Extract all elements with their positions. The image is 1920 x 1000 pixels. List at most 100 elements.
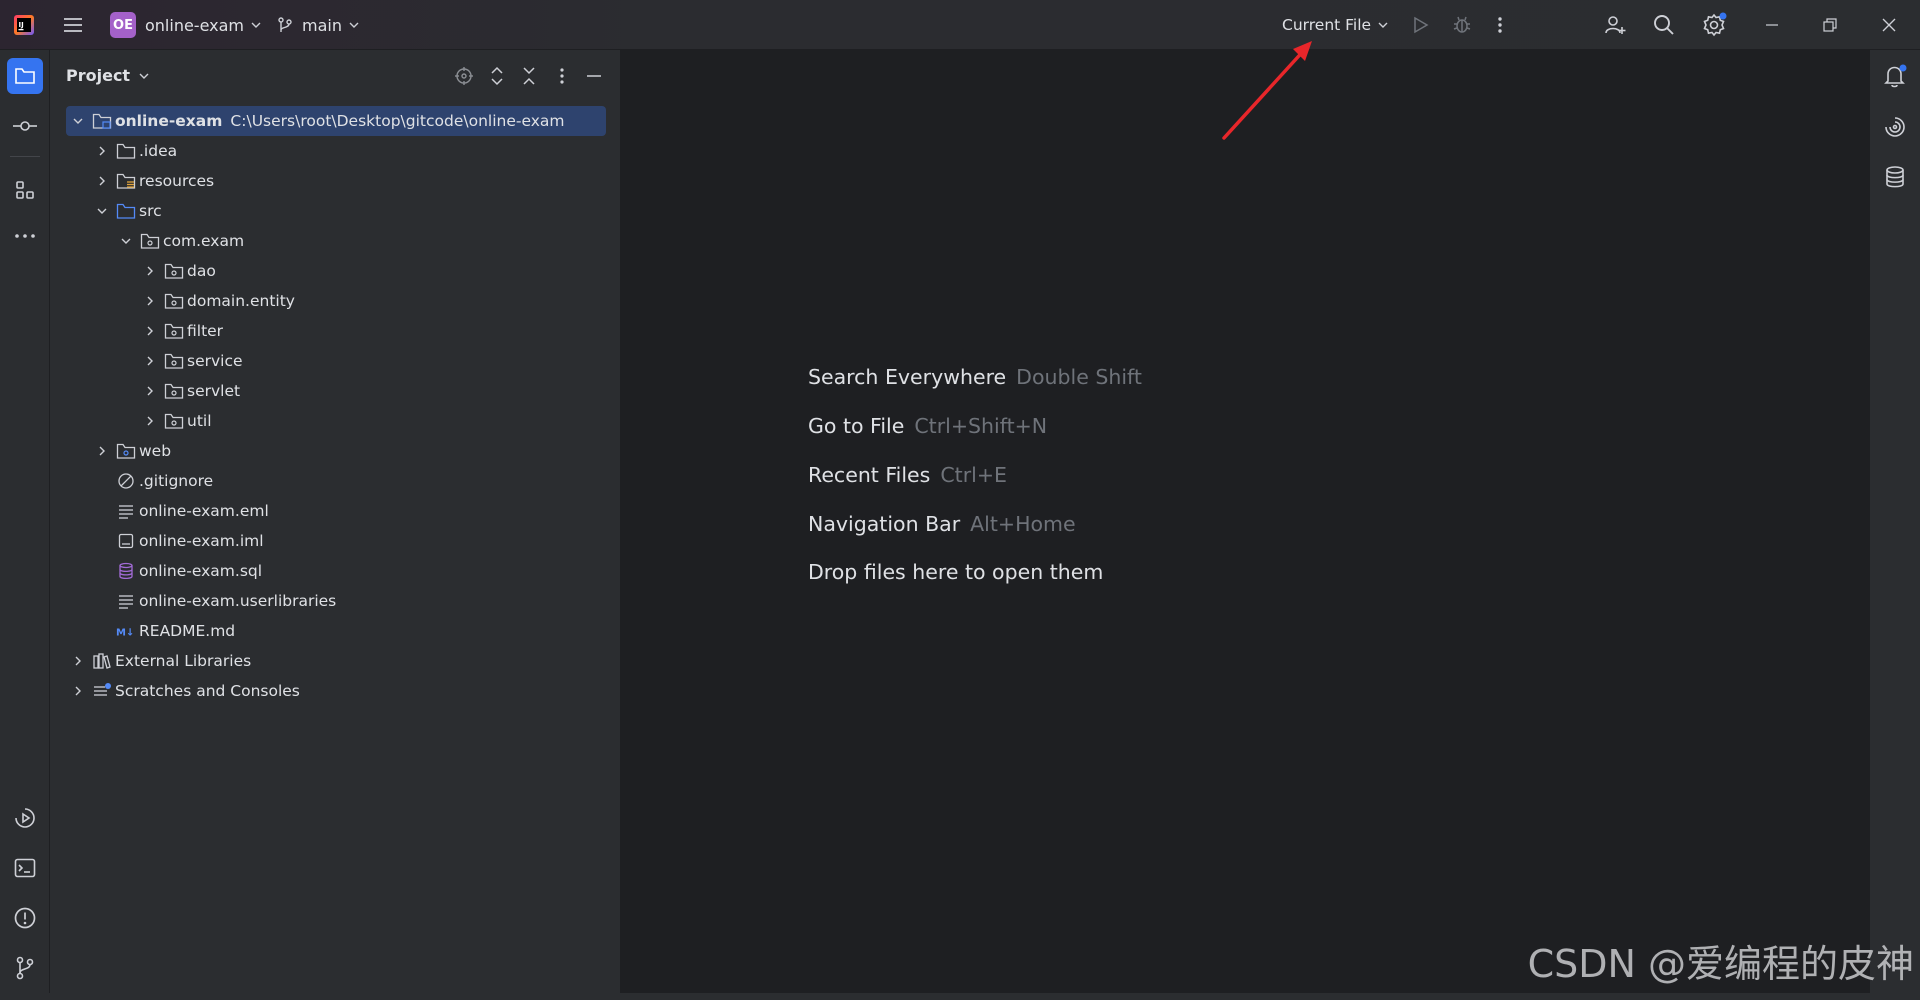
project-selector-button[interactable]: OE online-exam — [110, 0, 262, 50]
hint-action: Go to File — [808, 414, 905, 438]
library-icon — [92, 652, 112, 670]
run-config-label: Current File — [1282, 16, 1372, 34]
chevron-down-icon[interactable] — [94, 203, 110, 219]
gear-icon — [1703, 12, 1727, 37]
tree-item-scratches-and-consoles[interactable]: Scratches and Consoles — [66, 676, 606, 706]
problems-tool-button[interactable] — [7, 900, 43, 936]
select-opened-file-button[interactable] — [454, 66, 474, 86]
tree-item-online-exam[interactable]: online-exam C:\Users\root\Desktop\gitcod… — [66, 106, 606, 136]
more-actions-button[interactable] — [1495, 0, 1505, 50]
ai-assistant-button[interactable] — [1881, 113, 1909, 141]
code-with-me-button[interactable] — [1603, 0, 1627, 50]
tree-item-com-exam[interactable]: com.exam — [66, 226, 606, 256]
chevron-right-icon[interactable] — [94, 143, 110, 159]
folder-icon — [116, 142, 136, 160]
intellij-logo-icon[interactable]: IJ — [12, 0, 36, 50]
branch-selector-button[interactable]: main — [276, 0, 360, 50]
structure-icon — [16, 181, 34, 199]
chevron-right-icon[interactable] — [70, 653, 86, 669]
annotation-arrow-icon — [1222, 41, 1312, 140]
markdown-icon: M↓ — [116, 622, 136, 640]
minimize-icon — [587, 75, 601, 77]
debug-button[interactable] — [1451, 0, 1473, 50]
git-tool-button[interactable] — [7, 950, 43, 986]
notifications-button[interactable] — [1881, 62, 1909, 90]
tree-item-online-exam-userlibraries[interactable]: online-exam.userlibraries — [66, 586, 606, 616]
tree-item-service[interactable]: service — [66, 346, 606, 376]
structure-tool-button[interactable] — [7, 172, 43, 208]
status-bar — [0, 993, 1920, 1000]
collapse-all-button[interactable] — [519, 66, 539, 86]
database-tool-button[interactable] — [1881, 163, 1909, 191]
project-badge: OE — [110, 12, 136, 38]
chevron-right-icon[interactable] — [142, 413, 158, 429]
folder-icon — [15, 68, 35, 84]
hint-shortcut: Double Shift — [1016, 365, 1142, 389]
tree-item-label: .gitignore — [139, 472, 214, 490]
project-view-selector[interactable]: Project — [66, 66, 150, 85]
expand-all-button[interactable] — [487, 66, 507, 86]
commit-tool-button[interactable] — [7, 108, 43, 144]
chevron-right-icon[interactable] — [142, 263, 158, 279]
chevron-right-icon[interactable] — [142, 353, 158, 369]
run-button[interactable] — [1410, 0, 1430, 50]
text-file-icon — [116, 502, 136, 520]
bell-icon — [1884, 64, 1907, 88]
chevron-right-icon[interactable] — [142, 293, 158, 309]
tree-item-gitignore[interactable]: .gitignore — [66, 466, 606, 496]
collapse-all-icon — [523, 67, 535, 85]
svg-text:M↓: M↓ — [116, 628, 134, 639]
svg-text:IJ: IJ — [19, 21, 24, 29]
chevron-right-icon[interactable] — [94, 173, 110, 189]
left-tool-window-bar — [0, 50, 50, 993]
panel-options-button[interactable] — [552, 66, 572, 86]
branch-name: main — [302, 15, 342, 35]
tree-item-online-exam-sql[interactable]: online-exam.sql — [66, 556, 606, 586]
chevron-right-icon[interactable] — [94, 443, 110, 459]
hint-drop-files: Drop files here to open them — [808, 560, 1103, 584]
title-bar: IJ OE online-exam main Current File — [0, 0, 1920, 50]
run-icon — [1414, 16, 1429, 34]
project-tool-button[interactable] — [7, 58, 43, 94]
chevron-down-icon[interactable] — [118, 233, 134, 249]
settings-button[interactable] — [1701, 0, 1727, 50]
chevron-right-icon[interactable] — [142, 323, 158, 339]
tree-item-idea[interactable]: .idea — [66, 136, 606, 166]
main-menu-icon[interactable] — [62, 0, 84, 50]
terminal-tool-button[interactable] — [7, 850, 43, 886]
hint-recent-files: Recent Files Ctrl+E — [808, 463, 1007, 487]
tree-item-resources[interactable]: resources — [66, 166, 606, 196]
more-vertical-icon — [560, 68, 564, 84]
tree-item-filter[interactable]: filter — [66, 316, 606, 346]
services-icon — [15, 808, 35, 828]
chevron-right-icon[interactable] — [142, 383, 158, 399]
hide-panel-button[interactable] — [584, 66, 604, 86]
tree-item-external-libraries[interactable]: External Libraries — [66, 646, 606, 676]
tree-item-online-exam-eml[interactable]: online-exam.eml — [66, 496, 606, 526]
chevron-right-icon[interactable] — [70, 683, 86, 699]
tree-item-dao[interactable]: dao — [66, 256, 606, 286]
tree-item-readme[interactable]: M↓ README.md — [66, 616, 606, 646]
search-everywhere-button[interactable] — [1652, 0, 1676, 50]
tree-item-online-exam-iml[interactable]: online-exam.iml — [66, 526, 606, 556]
services-tool-button[interactable] — [7, 800, 43, 836]
close-window-button[interactable] — [1881, 0, 1897, 50]
restore-window-button[interactable] — [1822, 0, 1838, 50]
hint-shortcut: Alt+Home — [970, 512, 1076, 536]
editor-area[interactable]: Search Everywhere Double Shift Go to File… — [621, 50, 1869, 993]
tree-item-src[interactable]: src — [66, 196, 606, 226]
tree-item-web[interactable]: web — [66, 436, 606, 466]
tree-item-domain-entity[interactable]: domain.entity — [66, 286, 606, 316]
package-icon — [164, 412, 184, 430]
tree-item-servlet[interactable]: servlet — [66, 376, 606, 406]
tree-item-label: External Libraries — [115, 652, 252, 670]
hint-navigation-bar: Navigation Bar Alt+Home — [808, 512, 1076, 536]
package-icon — [164, 382, 184, 400]
tree-item-util[interactable]: util — [66, 406, 606, 436]
locate-icon — [455, 67, 473, 85]
chevron-down-icon[interactable] — [70, 113, 86, 129]
project-tree: online-exam C:\Users\root\Desktop\gitcod… — [66, 106, 606, 706]
more-tool-windows-button[interactable] — [7, 218, 43, 254]
minimize-window-button[interactable] — [1764, 0, 1780, 50]
add-user-icon — [1605, 16, 1626, 34]
